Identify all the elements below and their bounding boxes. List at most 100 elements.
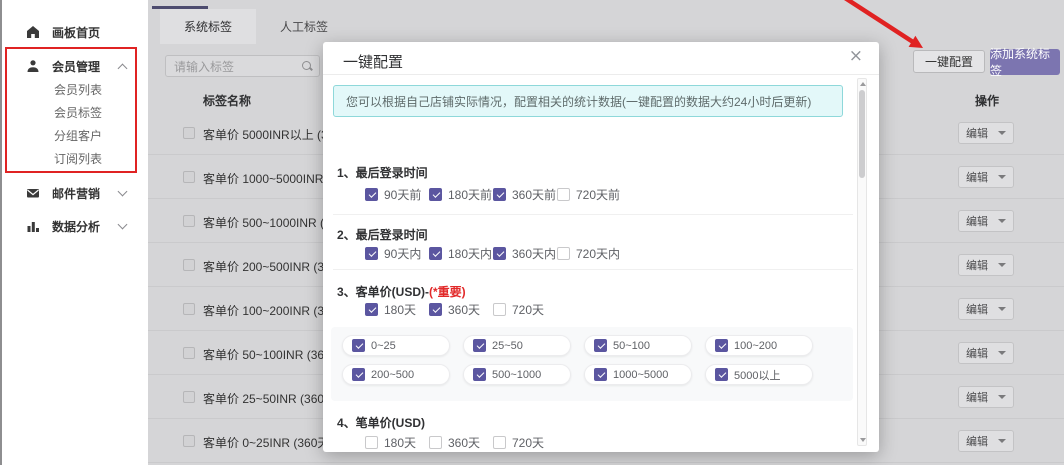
close-icon[interactable]: × — [849, 48, 863, 65]
scroll-down-icon[interactable] — [860, 438, 866, 442]
checkbox-option[interactable]: 1000~5000 — [584, 364, 692, 385]
option-label: 180天内 — [448, 245, 492, 262]
option-label: 50~100 — [613, 340, 650, 352]
checkbox-option[interactable]: 360天 — [429, 434, 493, 451]
unchecked-checkbox[interactable] — [493, 303, 506, 316]
checkbox-option[interactable]: 720天前 — [557, 186, 621, 203]
checkbox-option[interactable]: 720天 — [493, 301, 557, 318]
checkbox-option[interactable]: 180天前 — [429, 186, 493, 203]
checked-checkbox[interactable] — [473, 339, 486, 352]
checked-checkbox[interactable] — [594, 339, 607, 352]
tab-manual-tags[interactable]: 人工标签 — [256, 9, 352, 44]
dropdown-caret-icon[interactable] — [998, 175, 1006, 179]
checked-checkbox[interactable] — [715, 339, 728, 352]
checked-checkbox[interactable] — [493, 247, 506, 260]
section-2-options: 90天内 180天内 360天内720天内 — [365, 245, 621, 262]
option-label: 360天内 — [512, 245, 556, 262]
checked-checkbox[interactable] — [493, 188, 506, 201]
row-checkbox[interactable] — [183, 391, 195, 403]
add-system-tag-button[interactable]: 添加系统标签 — [990, 49, 1060, 75]
checked-checkbox[interactable] — [365, 247, 378, 260]
dropdown-caret-icon[interactable] — [998, 307, 1006, 311]
edit-button[interactable]: 编辑 — [958, 122, 1014, 144]
modal-header: 一键配置 × — [323, 42, 879, 75]
checkbox-option[interactable]: 720天 — [493, 434, 557, 451]
row-checkbox[interactable] — [183, 127, 195, 139]
unchecked-checkbox[interactable] — [557, 247, 570, 260]
checkbox-option[interactable]: 720天内 — [557, 245, 621, 262]
modal-scrollbar[interactable] — [857, 78, 867, 446]
sidebar-item-email-marketing[interactable]: 邮件营销 — [2, 183, 148, 203]
scroll-up-icon[interactable] — [860, 82, 866, 86]
edit-button[interactable]: 编辑 — [958, 166, 1014, 188]
checkbox-option[interactable]: 0~25 — [342, 335, 450, 356]
option-label: 500~1000 — [492, 369, 541, 381]
checkbox-option[interactable]: 90天前 — [365, 186, 429, 203]
checked-checkbox[interactable] — [429, 247, 442, 260]
sidebar-subitem-2[interactable]: 分组客户 — [2, 126, 148, 144]
checked-checkbox[interactable] — [429, 303, 442, 316]
dropdown-caret-icon[interactable] — [998, 219, 1006, 223]
checkbox-option[interactable]: 5000以上 — [705, 364, 813, 385]
checked-checkbox[interactable] — [365, 303, 378, 316]
row-checkbox[interactable] — [183, 347, 195, 359]
edit-button[interactable]: 编辑 — [958, 210, 1014, 232]
edit-button[interactable]: 编辑 — [958, 430, 1014, 452]
checkbox-option[interactable]: 180天 — [365, 434, 429, 451]
unchecked-checkbox[interactable] — [557, 188, 570, 201]
scrollbar-thumb[interactable] — [859, 90, 865, 178]
checked-checkbox[interactable] — [352, 339, 365, 352]
row-checkbox[interactable] — [183, 435, 195, 447]
checked-checkbox[interactable] — [594, 368, 607, 381]
checkbox-option[interactable]: 360天内 — [493, 245, 557, 262]
edit-button[interactable]: 编辑 — [958, 254, 1014, 276]
option-label: 1000~5000 — [613, 369, 668, 381]
checkbox-option[interactable]: 360天前 — [493, 186, 557, 203]
unchecked-checkbox[interactable] — [429, 436, 442, 449]
unchecked-checkbox[interactable] — [365, 436, 378, 449]
edit-button[interactable]: 编辑 — [958, 342, 1014, 364]
checkbox-option[interactable]: 100~200 — [705, 335, 813, 356]
sidebar-item-dashboard-home[interactable]: 画板首页 — [2, 22, 148, 42]
checkbox-option[interactable]: 25~50 — [463, 335, 571, 356]
member-icon — [26, 59, 40, 73]
option-label: 200~500 — [371, 369, 414, 381]
edit-button-label: 编辑 — [966, 257, 988, 273]
checkbox-option[interactable]: 50~100 — [584, 335, 692, 356]
checked-checkbox[interactable] — [352, 368, 365, 381]
chevron-up-icon — [118, 64, 128, 74]
modal-body: 您可以根据自己店铺实际情况，配置相关的统计数据(一键配置的数据大约24小时后更新… — [323, 75, 879, 452]
row-checkbox[interactable] — [183, 303, 195, 315]
edit-button[interactable]: 编辑 — [958, 298, 1014, 320]
edit-button[interactable]: 编辑 — [958, 386, 1014, 408]
checked-checkbox[interactable] — [365, 188, 378, 201]
one-click-config-modal: 一键配置 × 您可以根据自己店铺实际情况，配置相关的统计数据(一键配置的数据大约… — [323, 42, 879, 452]
checkbox-option[interactable]: 360天 — [429, 301, 493, 318]
sidebar-item-data-analytics[interactable]: 数据分析 — [2, 216, 148, 236]
tag-search-input[interactable]: 请输入标签 — [165, 55, 320, 77]
dropdown-caret-icon[interactable] — [998, 351, 1006, 355]
row-checkbox[interactable] — [183, 259, 195, 271]
search-icon[interactable] — [301, 60, 313, 72]
sidebar-subitem-3[interactable]: 订阅列表 — [2, 149, 148, 167]
unchecked-checkbox[interactable] — [493, 436, 506, 449]
checkbox-option[interactable]: 90天内 — [365, 245, 429, 262]
tab-system-tags[interactable]: 系统标签 — [160, 9, 256, 44]
sidebar-subitem-0[interactable]: 会员列表 — [2, 80, 148, 98]
dropdown-caret-icon[interactable] — [998, 439, 1006, 443]
one-click-config-button[interactable]: 一键配置 — [913, 50, 985, 73]
checkbox-option[interactable]: 180天内 — [429, 245, 493, 262]
checkbox-option[interactable]: 500~1000 — [463, 364, 571, 385]
checkbox-option[interactable]: 200~500 — [342, 364, 450, 385]
dropdown-caret-icon[interactable] — [998, 131, 1006, 135]
row-checkbox[interactable] — [183, 215, 195, 227]
checked-checkbox[interactable] — [429, 188, 442, 201]
row-checkbox[interactable] — [183, 171, 195, 183]
dropdown-caret-icon[interactable] — [998, 263, 1006, 267]
checked-checkbox[interactable] — [715, 368, 728, 381]
checkbox-option[interactable]: 180天 — [365, 301, 429, 318]
sidebar-subitem-1[interactable]: 会员标签 — [2, 103, 148, 121]
checked-checkbox[interactable] — [473, 368, 486, 381]
dropdown-caret-icon[interactable] — [998, 395, 1006, 399]
sidebar-item-member-management[interactable]: 会员管理 — [2, 56, 148, 76]
